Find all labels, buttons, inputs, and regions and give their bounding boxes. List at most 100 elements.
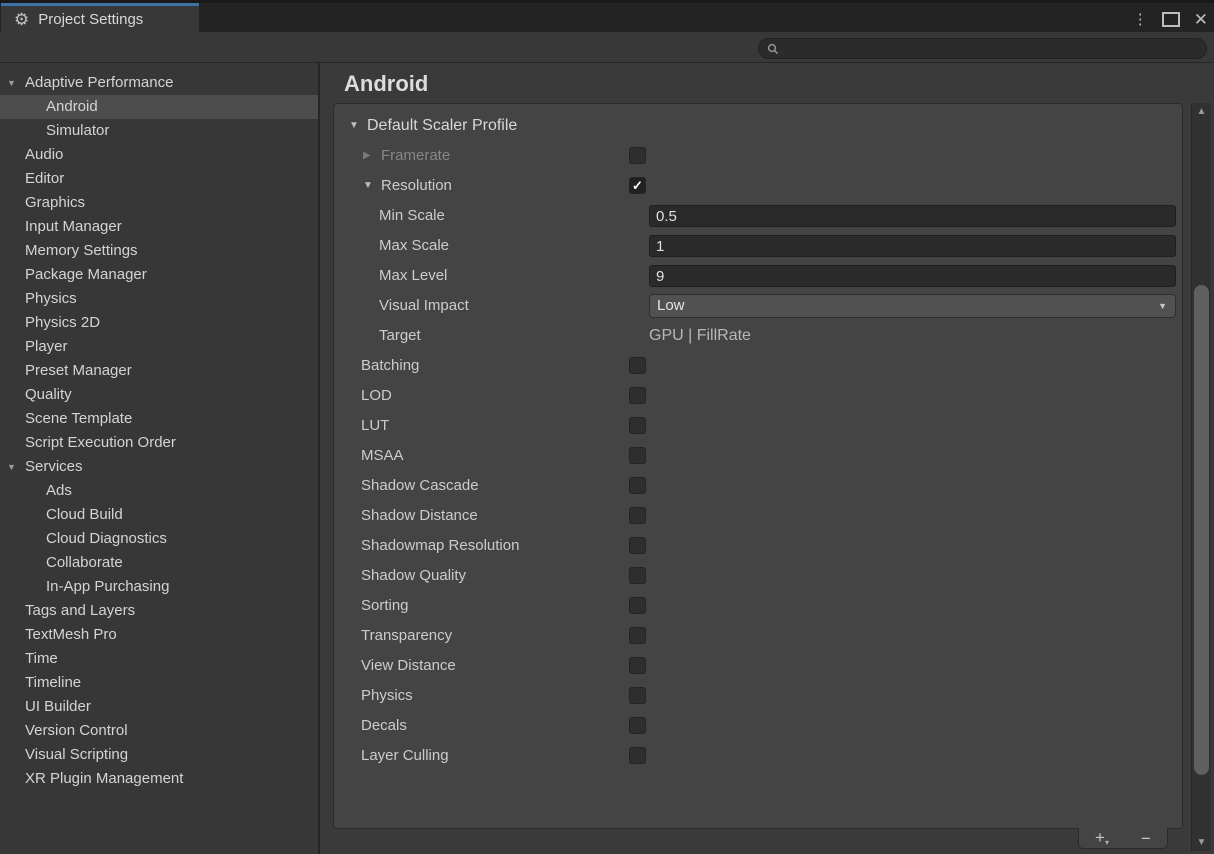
setting-row-default-scaler-profile: ▼Default Scaler Profile: [334, 111, 1182, 141]
setting-row-visual-impact: Visual ImpactLow▼: [334, 291, 1182, 321]
window-menu-icon[interactable]: ⋮: [1133, 10, 1148, 28]
sidebar-item-simulator[interactable]: Simulator: [0, 119, 318, 143]
sidebar-item-cloud-diagnostics[interactable]: Cloud Diagnostics: [0, 527, 318, 551]
sidebar-item-scene-template[interactable]: Scene Template: [0, 407, 318, 431]
foldout-collapsed-icon[interactable]: ▶: [363, 141, 371, 171]
close-icon[interactable]: ✕: [1194, 11, 1208, 28]
add-button[interactable]: +▾: [1095, 829, 1109, 847]
physics-checkbox[interactable]: ✓: [629, 687, 646, 704]
scroll-up-arrow-icon[interactable]: ▲: [1192, 106, 1211, 117]
decals-checkbox[interactable]: ✓: [629, 717, 646, 734]
sorting-checkbox[interactable]: ✓: [629, 597, 646, 614]
layer-culling-checkbox[interactable]: ✓: [629, 747, 646, 764]
sidebar-item-textmesh-pro[interactable]: TextMesh Pro: [0, 623, 318, 647]
lut-checkbox[interactable]: ✓: [629, 417, 646, 434]
shadow-quality-checkbox[interactable]: ✓: [629, 567, 646, 584]
resolution-checkbox[interactable]: ✓: [629, 177, 646, 194]
sidebar-item-collaborate[interactable]: Collaborate: [0, 551, 318, 575]
visual-impact-dropdown[interactable]: Low▼: [649, 294, 1176, 318]
sidebar-item-script-execution-order[interactable]: Script Execution Order: [0, 431, 318, 455]
transparency-checkbox[interactable]: ✓: [629, 627, 646, 644]
project-settings-window: ⚙ Project Settings ⋮ ✕ ▼Adaptive Perform…: [0, 0, 1214, 854]
sidebar-item-xr-plugin-management[interactable]: XR Plugin Management: [0, 767, 318, 791]
sidebar-item-tags-and-layers[interactable]: Tags and Layers: [0, 599, 318, 623]
foldout-expanded-icon[interactable]: ▼: [363, 171, 373, 201]
sidebar-item-player[interactable]: Player: [0, 335, 318, 359]
sidebar-item-android[interactable]: Android: [0, 95, 318, 119]
sidebar-item-label: Audio: [0, 143, 318, 167]
search-icon: [767, 43, 779, 55]
sidebar-item-audio[interactable]: Audio: [0, 143, 318, 167]
sidebar-item-label: Timeline: [0, 671, 318, 695]
sidebar-item-label: Graphics: [0, 191, 318, 215]
sidebar-item-physics[interactable]: Physics: [0, 287, 318, 311]
tab-title: Project Settings: [38, 11, 143, 28]
batching-checkbox[interactable]: ✓: [629, 357, 646, 374]
sidebar-item-time[interactable]: Time: [0, 647, 318, 671]
vertical-scrollbar[interactable]: ▲ ▼: [1191, 103, 1211, 851]
sidebar-item-ui-builder[interactable]: UI Builder: [0, 695, 318, 719]
max-level-field[interactable]: [649, 265, 1176, 287]
max-scale-field[interactable]: [649, 235, 1176, 257]
setting-row-max-level: Max Level: [334, 261, 1182, 291]
setting-label: Physics: [334, 681, 1182, 711]
settings-sidebar: ▼Adaptive PerformanceAndroidSimulatorAud…: [0, 63, 320, 854]
shadow-distance-checkbox[interactable]: ✓: [629, 507, 646, 524]
inspector-rows: ▼Default Scaler Profile▶Framerate✓▼Resol…: [334, 111, 1182, 771]
dropdown-value: Low: [657, 297, 685, 314]
framerate-checkbox[interactable]: ✓: [629, 147, 646, 164]
checkmark-icon: ✓: [630, 178, 645, 193]
setting-label: Shadow Quality: [334, 561, 1182, 591]
sidebar-item-label: Package Manager: [0, 263, 318, 287]
min-scale-field[interactable]: [649, 205, 1176, 227]
sidebar-item-input-manager[interactable]: Input Manager: [0, 215, 318, 239]
sidebar-item-graphics[interactable]: Graphics: [0, 191, 318, 215]
lod-checkbox[interactable]: ✓: [629, 387, 646, 404]
sidebar-item-quality[interactable]: Quality: [0, 383, 318, 407]
setting-row-target: TargetGPU | FillRate: [334, 321, 1182, 351]
tab-project-settings[interactable]: ⚙ Project Settings: [1, 3, 199, 32]
setting-label: LUT: [334, 411, 1182, 441]
maximize-icon[interactable]: [1162, 12, 1180, 27]
setting-row-shadow-quality: Shadow Quality✓: [334, 561, 1182, 591]
search-input[interactable]: [785, 40, 1169, 57]
sidebar-item-services[interactable]: ▼Services: [0, 455, 318, 479]
setting-row-msaa: MSAA✓: [334, 441, 1182, 471]
sidebar-item-memory-settings[interactable]: Memory Settings: [0, 239, 318, 263]
setting-row-max-scale: Max Scale: [334, 231, 1182, 261]
sidebar-item-timeline[interactable]: Timeline: [0, 671, 318, 695]
sidebar-item-label: Visual Scripting: [0, 743, 318, 767]
sidebar-item-cloud-build[interactable]: Cloud Build: [0, 503, 318, 527]
sidebar-item-in-app-purchasing[interactable]: In-App Purchasing: [0, 575, 318, 599]
msaa-checkbox[interactable]: ✓: [629, 447, 646, 464]
sidebar-item-package-manager[interactable]: Package Manager: [0, 263, 318, 287]
sidebar-item-label: Input Manager: [0, 215, 318, 239]
sidebar-item-label: Physics: [0, 287, 318, 311]
view-distance-checkbox[interactable]: ✓: [629, 657, 646, 674]
sidebar-item-visual-scripting[interactable]: Visual Scripting: [0, 743, 318, 767]
foldout-expanded-icon[interactable]: ▼: [7, 71, 16, 95]
gear-icon: ⚙: [14, 11, 29, 28]
setting-row-shadow-distance: Shadow Distance✓: [334, 501, 1182, 531]
setting-row-lod: LOD✓: [334, 381, 1182, 411]
setting-label: Framerate: [334, 141, 1182, 171]
remove-button[interactable]: −: [1141, 830, 1151, 847]
shadowmap-resolution-checkbox[interactable]: ✓: [629, 537, 646, 554]
sidebar-item-ads[interactable]: Ads: [0, 479, 318, 503]
scrollbar-thumb[interactable]: [1194, 285, 1209, 775]
scroll-down-arrow-icon[interactable]: ▼: [1192, 837, 1211, 848]
sidebar-item-preset-manager[interactable]: Preset Manager: [0, 359, 318, 383]
sidebar-item-version-control[interactable]: Version Control: [0, 719, 318, 743]
sidebar-item-physics-2d[interactable]: Physics 2D: [0, 311, 318, 335]
search-box[interactable]: [758, 38, 1207, 59]
sidebar-item-label: Preset Manager: [0, 359, 318, 383]
sidebar-item-adaptive-performance[interactable]: ▼Adaptive Performance: [0, 71, 318, 95]
sidebar-item-label: Memory Settings: [0, 239, 318, 263]
foldout-expanded-icon[interactable]: ▼: [7, 455, 16, 479]
sidebar-list: ▼Adaptive PerformanceAndroidSimulatorAud…: [0, 71, 318, 791]
foldout-expanded-icon[interactable]: ▼: [349, 111, 359, 141]
setting-row-view-distance: View Distance✓: [334, 651, 1182, 681]
shadow-cascade-checkbox[interactable]: ✓: [629, 477, 646, 494]
sidebar-item-editor[interactable]: Editor: [0, 167, 318, 191]
title-bar: ⚙ Project Settings ⋮ ✕: [0, 0, 1214, 35]
